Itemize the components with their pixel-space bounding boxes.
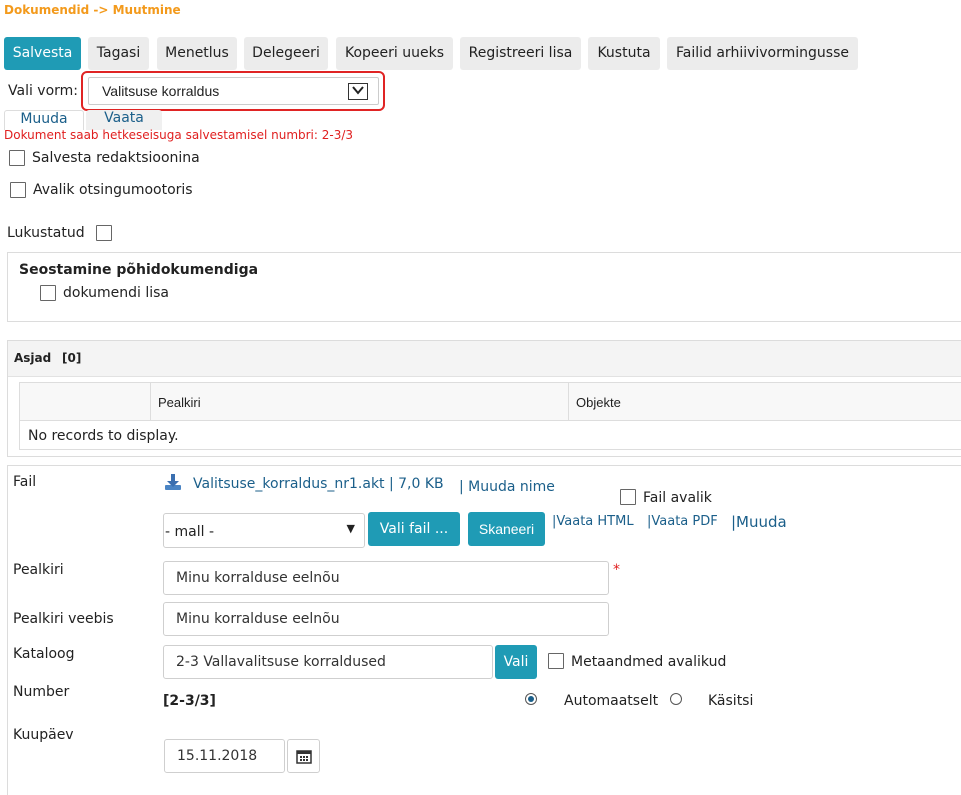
number-auto-label: Automaatselt xyxy=(564,693,659,709)
template-select[interactable]: - mall - ▼ xyxy=(163,513,365,548)
copy-new-button[interactable]: Kopeeri uueks xyxy=(336,37,453,70)
save-as-draft-label: Salvesta redaktsioonina xyxy=(32,150,200,166)
form-select-value: Valitsuse korraldus xyxy=(102,83,220,99)
number-auto-radio[interactable] xyxy=(525,693,537,705)
breadcrumb: Dokumendid -> Muutmine xyxy=(4,3,181,17)
catalog-input[interactable]: 2-3 Vallavalitsuse korraldused xyxy=(163,645,493,679)
public-search-label: Avalik otsingumootoris xyxy=(33,182,193,198)
number-warning: Dokument saab hetkeseisuga salvestamisel… xyxy=(4,128,354,142)
file-link[interactable]: Valitsuse_korraldus_nr1.akt | 7,0 KB xyxy=(193,476,444,492)
register-attachment-button[interactable]: Registreeri lisa xyxy=(460,37,581,70)
cases-panel: Asjad [0] Pealkiri Objekte No records to… xyxy=(7,340,961,457)
rename-file-link[interactable]: | Muuda nime xyxy=(459,479,555,495)
cases-count: [0] xyxy=(62,351,82,365)
procedure-button[interactable]: Menetlus xyxy=(157,37,237,70)
cases-table-header: Pealkiri Objekte xyxy=(20,383,961,421)
cases-title: Asjad xyxy=(14,351,52,365)
web-title-input[interactable]: Minu korralduse eelnõu xyxy=(163,602,609,636)
file-public-label: Fail avalik xyxy=(643,490,712,506)
view-html-link[interactable]: |Vaata HTML xyxy=(552,514,634,529)
web-title-label: Pealkiri veebis xyxy=(13,611,114,627)
scan-button[interactable]: Skaneeri xyxy=(468,512,545,546)
column-header-title[interactable]: Pealkiri xyxy=(158,395,201,410)
locked-checkbox[interactable] xyxy=(96,225,112,241)
link-section-title: Seostamine põhidokumendiga xyxy=(19,262,259,278)
form-select-label: Vali vorm: xyxy=(8,83,79,99)
required-mark: * xyxy=(613,562,620,578)
download-icon[interactable] xyxy=(163,472,183,496)
number-manual-radio[interactable] xyxy=(670,693,682,705)
metadata-public-label: Metaandmed avalikud xyxy=(571,654,727,670)
public-search-checkbox[interactable] xyxy=(10,182,26,198)
tab-view[interactable]: Vaata xyxy=(86,110,162,130)
delete-button[interactable]: Kustuta xyxy=(588,37,660,70)
doc-attachment-checkbox[interactable] xyxy=(40,285,56,301)
template-select-value: - mall - xyxy=(165,524,214,540)
file-public-checkbox[interactable] xyxy=(620,489,636,505)
file-label: Fail xyxy=(13,474,37,490)
cases-table: Pealkiri Objekte No records to display. xyxy=(19,382,961,450)
catalog-label: Kataloog xyxy=(13,646,75,662)
title-label: Pealkiri xyxy=(13,562,64,578)
doc-attachment-label: dokumendi lisa xyxy=(63,285,170,301)
number-manual-label: Käsitsi xyxy=(708,693,754,709)
metadata-public-checkbox[interactable] xyxy=(548,653,564,669)
back-button[interactable]: Tagasi xyxy=(88,37,149,70)
cases-header: Asjad [0] xyxy=(8,341,961,377)
edit-file-link[interactable]: |Muuda xyxy=(731,513,787,531)
number-label: Number xyxy=(13,684,70,700)
save-as-draft-checkbox[interactable] xyxy=(9,150,25,166)
column-header-objects[interactable]: Objekte xyxy=(576,395,621,410)
archive-files-button[interactable]: Failid arhiivivormingusse xyxy=(667,37,858,70)
delegate-button[interactable]: Delegeeri xyxy=(244,37,328,70)
save-button[interactable]: Salvesta xyxy=(4,37,81,70)
number-value: [2-3/3] xyxy=(163,693,216,709)
calendar-icon xyxy=(296,749,312,768)
caret-down-icon: ▼ xyxy=(346,522,355,535)
date-label: Kuupäev xyxy=(13,727,74,743)
locked-label: Lukustatud xyxy=(7,225,85,241)
link-main-document-panel: Seostamine põhidokumendiga dokumendi lis… xyxy=(7,252,961,322)
choose-file-button[interactable]: Vali fail ... xyxy=(368,512,460,546)
choose-catalog-button[interactable]: Vali xyxy=(495,645,537,679)
tab-edit[interactable]: Muuda xyxy=(4,110,84,130)
calendar-button[interactable] xyxy=(287,739,320,773)
title-input[interactable]: Minu korralduse eelnõu xyxy=(163,561,609,595)
form-select[interactable]: Valitsuse korraldus xyxy=(88,77,379,105)
empty-table-message: No records to display. xyxy=(28,428,179,444)
date-input[interactable]: 15.11.2018 xyxy=(164,739,285,773)
view-pdf-link[interactable]: |Vaata PDF xyxy=(647,514,718,529)
chevron-down-icon[interactable] xyxy=(348,83,368,100)
